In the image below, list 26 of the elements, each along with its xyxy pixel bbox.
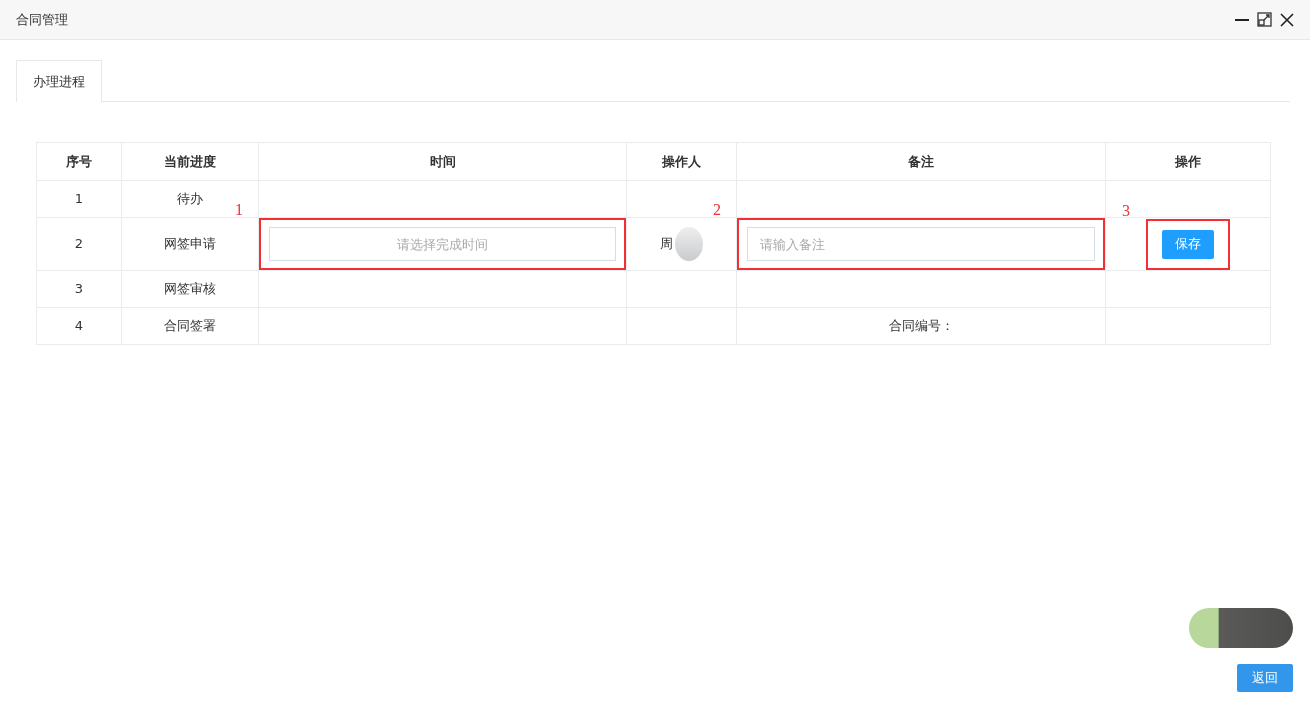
tab[interactable]: 办理进程 (16, 60, 102, 102)
table-cell-text: 合同编号： (888, 318, 954, 334)
close-icon[interactable] (1280, 12, 1294, 27)
table-cell: 1 (36, 180, 122, 218)
date-field[interactable]: 请选择完成时间 (269, 227, 616, 261)
table-cell: 3 (36, 270, 122, 308)
table-cell: 合同签署 (121, 307, 259, 345)
table-cell: 网签申请 (121, 217, 259, 271)
column-header: 序号 (36, 142, 122, 181)
table-cell: 2 (36, 217, 122, 271)
window-title: 合同管理 (16, 10, 68, 29)
annotation-number: 2 (713, 200, 721, 220)
annotation-number: 3 (1122, 200, 1130, 221)
operator-name: 周 (660, 235, 673, 251)
column-header: 当前进度 (121, 142, 259, 181)
back-button[interactable]: 返回 (1237, 664, 1293, 692)
maximize-icon[interactable] (1257, 12, 1272, 27)
column-header: 操作人 (626, 142, 737, 181)
column-header: 时间 (258, 142, 627, 181)
column-header: 操作 (1105, 142, 1271, 181)
annotation-number: 1 (235, 200, 243, 220)
table-cell: 4 (36, 307, 122, 345)
remark-field[interactable]: 请输入备注 (747, 227, 1095, 261)
save-button[interactable]: 保存 (1162, 229, 1214, 259)
column-header: 备注 (736, 142, 1106, 181)
table-cell: 网签审核 (121, 270, 259, 308)
